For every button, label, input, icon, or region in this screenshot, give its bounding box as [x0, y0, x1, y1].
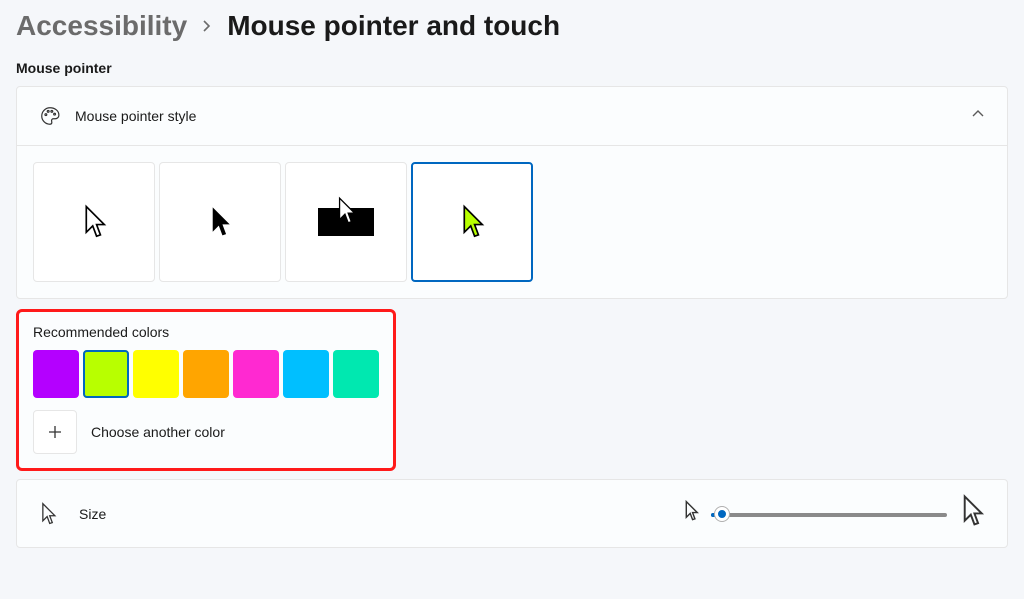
slider-thumb[interactable] [715, 507, 729, 521]
pointer-style-inverted[interactable] [285, 162, 407, 282]
section-heading: Mouse pointer [0, 42, 1024, 82]
breadcrumb-parent[interactable]: Accessibility [16, 10, 187, 42]
pointer-style-white[interactable] [33, 162, 155, 282]
cursor-white-icon [80, 204, 108, 240]
color-swatch[interactable] [183, 350, 229, 398]
size-max-icon [959, 494, 985, 533]
pointer-style-options [33, 162, 991, 282]
color-swatch[interactable] [83, 350, 129, 398]
pointer-style-expander-header[interactable]: Mouse pointer style [17, 87, 1007, 146]
color-swatch[interactable] [333, 350, 379, 398]
recommended-colors-panel: Recommended colors Choose another color [16, 309, 396, 471]
size-row: Size [16, 479, 1008, 548]
size-slider-wrap [683, 494, 985, 533]
color-swatch[interactable] [33, 350, 79, 398]
inverted-background [318, 208, 374, 236]
size-min-icon [683, 500, 699, 527]
color-swatch[interactable] [133, 350, 179, 398]
choose-another-color-button[interactable]: Choose another color [33, 410, 379, 454]
color-swatch-row [33, 350, 379, 398]
cursor-small-icon [39, 502, 65, 526]
breadcrumb: Accessibility Mouse pointer and touch [0, 0, 1024, 42]
plus-icon [33, 410, 77, 454]
pointer-style-body [17, 146, 1007, 298]
pointer-style-black[interactable] [159, 162, 281, 282]
chevron-right-icon [201, 15, 213, 38]
breadcrumb-current: Mouse pointer and touch [227, 10, 560, 42]
palette-icon [39, 105, 75, 127]
recommended-colors-title: Recommended colors [33, 324, 379, 340]
choose-another-color-label: Choose another color [91, 424, 225, 440]
cursor-inverted-icon [335, 196, 357, 226]
size-label: Size [79, 506, 669, 522]
color-swatch[interactable] [283, 350, 329, 398]
pointer-style-custom[interactable] [411, 162, 533, 282]
cursor-black-icon [207, 205, 233, 239]
color-swatch[interactable] [233, 350, 279, 398]
size-slider[interactable] [711, 504, 947, 524]
cursor-custom-icon [458, 204, 486, 240]
chevron-up-icon [971, 107, 985, 126]
pointer-style-card: Mouse pointer style [16, 86, 1008, 299]
pointer-style-title: Mouse pointer style [75, 108, 971, 124]
